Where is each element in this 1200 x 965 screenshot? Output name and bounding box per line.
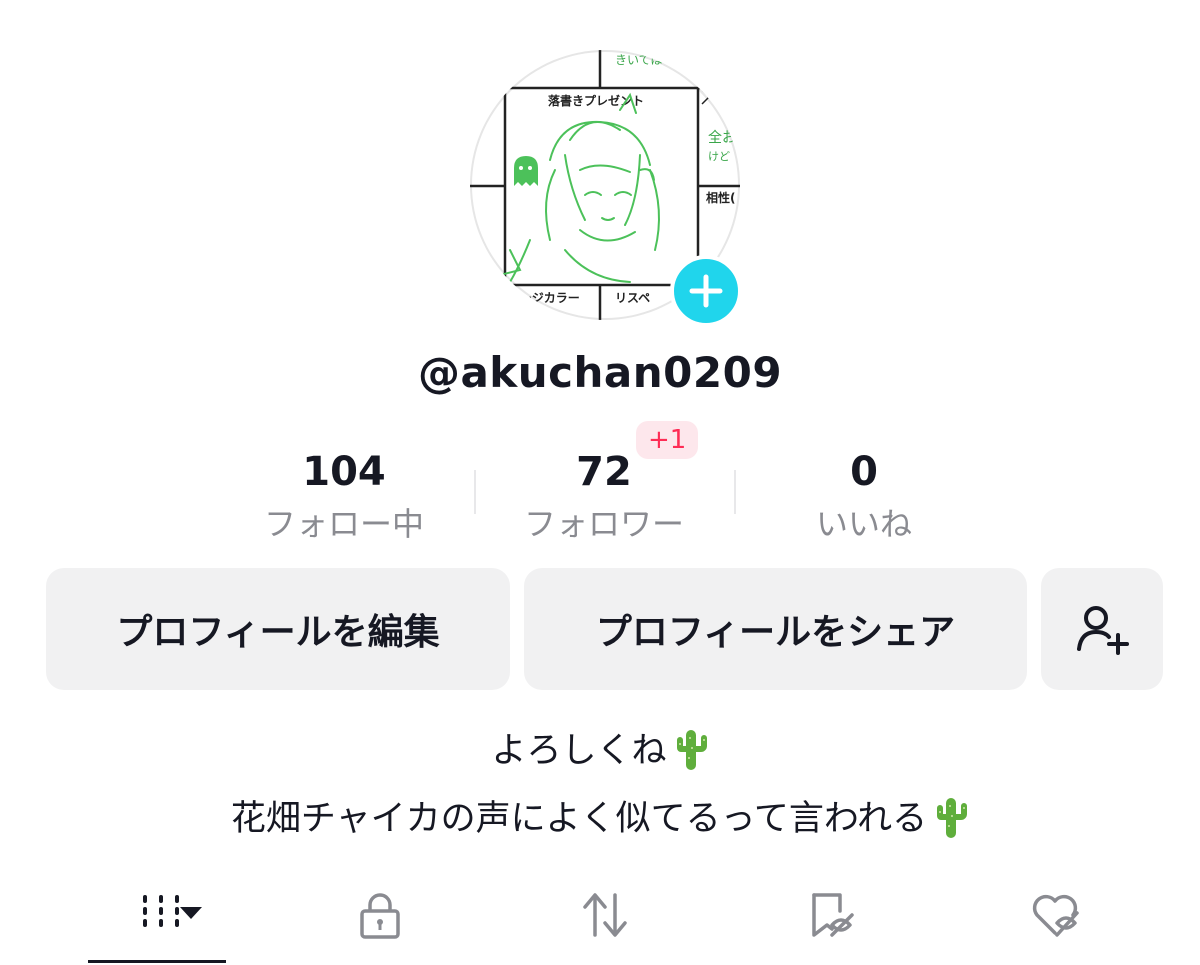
heart-hidden-icon	[1032, 894, 1079, 937]
plus-icon	[689, 274, 723, 308]
new-followers-badge: +1	[636, 421, 699, 459]
svg-text:メージカラー: メージカラー	[508, 291, 580, 305]
tab-reposts[interactable]	[555, 880, 655, 950]
likes-count: 0	[850, 449, 878, 495]
active-tab-indicator	[88, 960, 226, 963]
grid-bars-icon	[143, 895, 202, 927]
bio-line-1: よろしくね	[0, 722, 1200, 773]
bio-text-1: よろしくね	[491, 731, 667, 771]
add-user-icon	[1077, 606, 1129, 655]
svg-text:相性(: 相性(	[706, 190, 736, 205]
bio-line-2: 花畑チャイカの声によく似てるって言われる	[0, 790, 1200, 841]
ghost-sketch	[514, 156, 538, 186]
following-label: フォロー中	[263, 505, 424, 543]
tab-favorites[interactable]	[780, 880, 880, 950]
svg-text:けど: けど	[708, 150, 730, 163]
svg-text:きいては: きいては	[615, 53, 662, 67]
following-count: 104	[302, 449, 386, 495]
bookmark-hidden-icon	[812, 893, 854, 937]
repost-arrows-icon	[583, 893, 627, 937]
followers-label: フォロワー	[523, 505, 684, 543]
likes-label: いいね	[815, 505, 912, 543]
stat-followers[interactable]: 72 フォロワー	[474, 446, 734, 546]
add-photo-button[interactable]	[670, 255, 742, 327]
cactus-emoji-icon	[937, 797, 968, 838]
svg-text:リスペ: リスペ	[615, 291, 650, 305]
stat-likes[interactable]: 0 いいね	[734, 446, 994, 546]
bio-text-2: 花畑チャイカの声によく似てるって言われる	[230, 799, 928, 839]
username: @akuchan0209	[417, 348, 783, 397]
avatar-container[interactable]: 落書きプレゼント きいては 全お けど 相性( メージカラー リスペ	[470, 50, 742, 327]
add-friends-button[interactable]	[1041, 568, 1163, 690]
tab-liked[interactable]	[1005, 880, 1105, 950]
tab-private[interactable]	[330, 880, 430, 950]
lock-icon	[360, 893, 400, 939]
edit-profile-button[interactable]: プロフィールを編集	[46, 568, 510, 690]
tab-videos[interactable]	[88, 880, 226, 950]
cactus-emoji-icon	[676, 729, 707, 770]
svg-text:全お: 全お	[708, 129, 736, 146]
stat-following[interactable]: 104 フォロー中	[214, 446, 474, 546]
share-profile-button[interactable]: プロフィールをシェア	[524, 568, 1027, 690]
